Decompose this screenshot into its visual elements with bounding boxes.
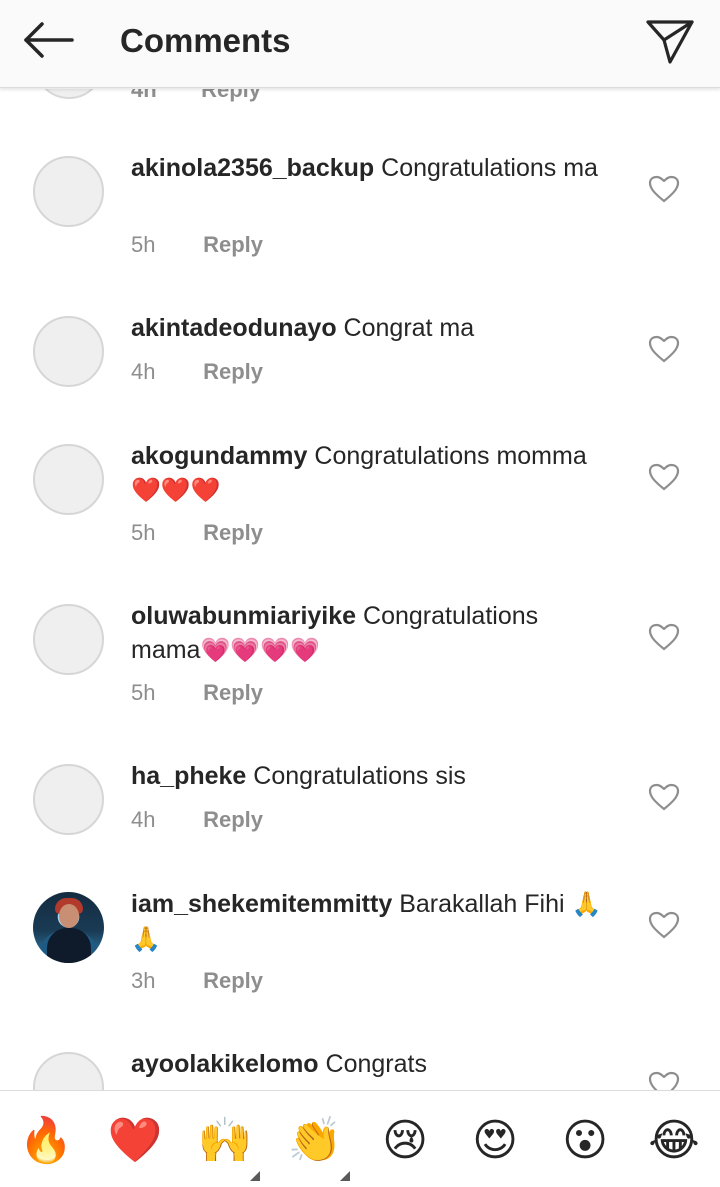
- comment-text: Congrats: [325, 1050, 427, 1078]
- avatar[interactable]: [33, 604, 104, 675]
- avatar[interactable]: [33, 444, 104, 515]
- page-title: Comments: [120, 22, 291, 59]
- comment-username[interactable]: akinola2356_backup: [131, 154, 374, 182]
- comment-time: 4h: [131, 807, 156, 832]
- reply-button[interactable]: Reply: [203, 807, 263, 832]
- heart-outline-icon[interactable]: [648, 783, 680, 811]
- heart-emojis: 💗💗💗💗: [200, 637, 320, 664]
- comment-username[interactable]: ha_pheke: [131, 762, 246, 790]
- comment-list[interactable]: 4h Reply akinola2356_backup Congratulati…: [0, 89, 720, 1090]
- heart-emojis: ❤️❤️❤️: [131, 477, 221, 504]
- comment-username[interactable]: akintadeodunayo: [131, 314, 337, 342]
- skin-tone-indicator: [250, 1171, 260, 1181]
- comment-time: 4h: [131, 89, 157, 102]
- avatar[interactable]: [33, 316, 104, 387]
- comment-time: 4h: [131, 359, 156, 384]
- heart-eyes-emoji[interactable]: 😍: [467, 1113, 523, 1169]
- arrow-left-icon: [24, 22, 74, 58]
- comment-username[interactable]: iam_shekemitemmitty: [131, 890, 392, 918]
- comment-time: 3h: [131, 968, 156, 993]
- reply-button[interactable]: Reply: [201, 89, 261, 102]
- comment-username[interactable]: ayoolakikelomo: [131, 1050, 319, 1078]
- comment-time: 5h: [131, 680, 156, 705]
- comment-username[interactable]: akogundammy: [131, 442, 307, 470]
- fire-emoji[interactable]: 🔥: [18, 1113, 74, 1169]
- raising-hands-emoji[interactable]: 🙌: [197, 1113, 253, 1169]
- reply-button[interactable]: Reply: [203, 520, 263, 545]
- reply-button[interactable]: Reply: [203, 968, 263, 993]
- comment-text: Congratulations ma: [381, 154, 598, 182]
- skin-tone-indicator: [340, 1171, 350, 1181]
- heart-outline-icon[interactable]: [648, 335, 680, 363]
- reply-button[interactable]: Reply: [203, 359, 263, 384]
- share-button[interactable]: [640, 12, 700, 72]
- comment-time: 5h: [131, 232, 156, 257]
- avatar[interactable]: [33, 892, 104, 963]
- avatar[interactable]: [33, 1052, 104, 1090]
- red-heart-emoji[interactable]: ❤️: [107, 1113, 163, 1169]
- tears-of-joy-emoji[interactable]: 😂: [646, 1113, 702, 1169]
- emoji-reaction-bar: 🔥 ❤️ 🙌 👏 😢 😍 😮 😂: [0, 1090, 720, 1187]
- heart-outline-icon[interactable]: [648, 623, 680, 651]
- comment-text: Barakallah Fihi: [399, 890, 565, 918]
- avatar[interactable]: [34, 89, 104, 99]
- comment-text: Congrat ma: [343, 314, 475, 342]
- heart-outline-icon[interactable]: [648, 1071, 680, 1090]
- comment-text: Congratulations momma: [314, 442, 587, 470]
- crying-face-emoji[interactable]: 😢: [377, 1113, 433, 1169]
- surprised-face-emoji[interactable]: 😮: [557, 1113, 613, 1169]
- heart-outline-icon[interactable]: [648, 463, 680, 491]
- comment-text: Congratulations sis: [253, 762, 466, 790]
- heart-outline-icon[interactable]: [648, 175, 680, 203]
- comment-username[interactable]: oluwabunmiariyike: [131, 602, 356, 630]
- reply-button[interactable]: Reply: [203, 680, 263, 705]
- avatar[interactable]: [33, 156, 104, 227]
- back-button[interactable]: [18, 18, 78, 66]
- top-bar: Comments: [0, 0, 720, 88]
- paper-plane-icon: [646, 20, 694, 64]
- heart-outline-icon[interactable]: [648, 911, 680, 939]
- avatar[interactable]: [33, 764, 104, 835]
- comment-time: 5h: [131, 520, 156, 545]
- reply-button[interactable]: Reply: [203, 232, 263, 257]
- clapping-hands-emoji[interactable]: 👏: [287, 1113, 343, 1169]
